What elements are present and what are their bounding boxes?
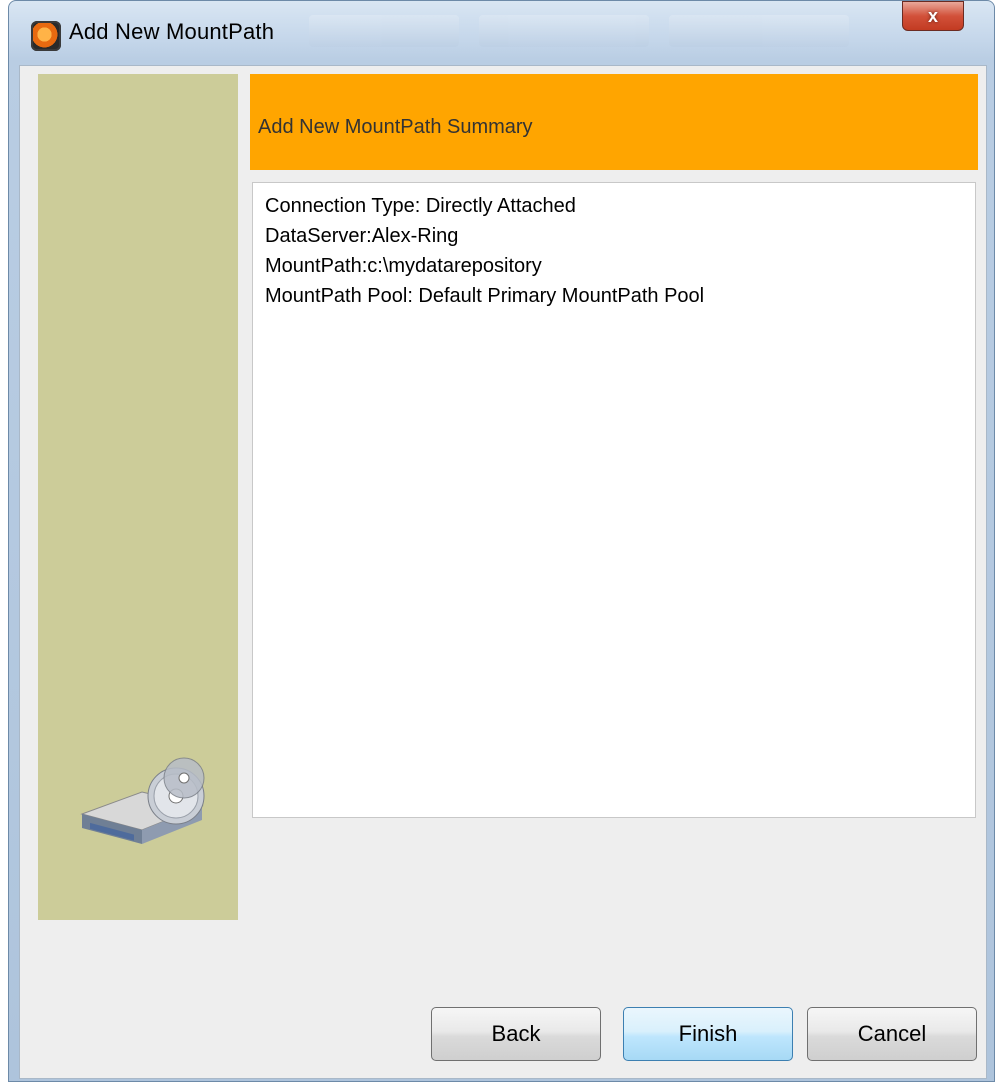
- title-bar[interactable]: Add New MountPath x: [9, 1, 994, 65]
- summary-mountpath-pool: MountPath Pool: Default Primary MountPat…: [265, 285, 705, 307]
- back-button[interactable]: Back: [431, 1007, 601, 1061]
- summary-text-area[interactable]: Connection Type: Directly Attached DataS…: [252, 182, 976, 818]
- cd-disc-icon: [147, 757, 205, 825]
- app-logo-icon: [31, 21, 61, 51]
- dialog-content: Add New MountPath Summary Connection Typ…: [19, 65, 987, 1079]
- close-icon: x: [927, 5, 938, 26]
- dialog-window: Add New MountPath x Add New MountPath Su…: [8, 0, 995, 1082]
- finish-button[interactable]: Finish: [623, 1007, 793, 1061]
- summary-dataserver: DataServer:Alex-Ring: [265, 225, 459, 247]
- summary-connection-type: Connection Type: Directly Attached: [265, 195, 576, 217]
- window-title: Add New MountPath: [69, 19, 275, 44]
- disk-drive-icon: [80, 757, 205, 844]
- summary-mountpath: MountPath:c:\mydatarepository: [265, 255, 542, 277]
- wizard-sidebar: [38, 74, 238, 920]
- header-banner: Add New MountPath Summary: [250, 74, 978, 170]
- background-window-tabs: [309, 15, 869, 49]
- cancel-button[interactable]: Cancel: [807, 1007, 977, 1061]
- close-button[interactable]: x: [902, 1, 964, 31]
- page-title: Add New MountPath Summary: [258, 116, 533, 138]
